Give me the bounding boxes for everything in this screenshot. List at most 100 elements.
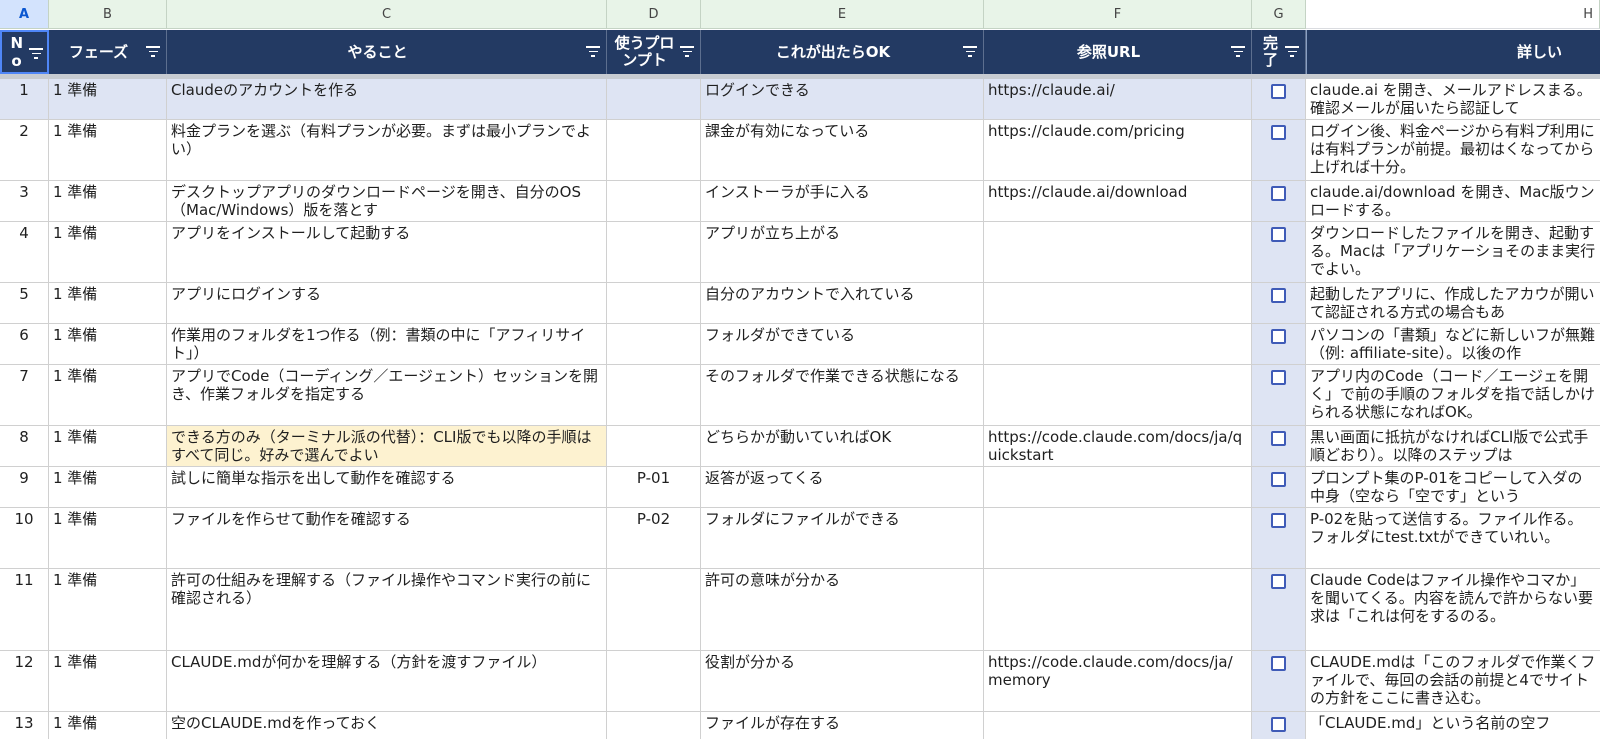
column-letter-d[interactable]: D	[607, 0, 701, 29]
header-task[interactable]: やること	[167, 30, 607, 74]
table-row[interactable]: 8 1 準備 できる方のみ（ターミナル派の代替）：CLI版でも以降の手順はすべて…	[0, 426, 1600, 467]
cell-prompt[interactable]	[607, 569, 701, 650]
done-checkbox[interactable]	[1271, 431, 1286, 446]
cell-ok[interactable]: ログインできる	[701, 79, 984, 119]
cell-done[interactable]	[1252, 181, 1306, 221]
cell-url[interactable]	[984, 222, 1252, 282]
cell-ok[interactable]: ファイルが存在する	[701, 712, 984, 739]
cell-ok[interactable]: 返答が返ってくる	[701, 467, 984, 507]
cell-phase[interactable]: 1 準備	[49, 120, 167, 180]
cell-ok[interactable]: 課金が有効になっている	[701, 120, 984, 180]
done-checkbox[interactable]	[1271, 513, 1286, 528]
cell-prompt[interactable]	[607, 181, 701, 221]
cell-no[interactable]: 3	[0, 181, 49, 221]
done-checkbox[interactable]	[1271, 574, 1286, 589]
table-row[interactable]: 12 1 準備 CLAUDE.mdが何かを理解する（方針を渡すファイル） 役割が…	[0, 651, 1600, 712]
cell-no[interactable]: 1	[0, 79, 49, 119]
cell-ok[interactable]: アプリが立ち上がる	[701, 222, 984, 282]
cell-ok[interactable]: フォルダにファイルができる	[701, 508, 984, 568]
cell-detail[interactable]: アプリ内のCode（コード／エージェを開く」で前の手順のフォルダを指で話しかけら…	[1306, 365, 1600, 425]
cell-prompt[interactable]: P-02	[607, 508, 701, 568]
table-row[interactable]: 1 1 準備 Claudeのアカウントを作る ログインできる https://c…	[0, 79, 1600, 120]
cell-task[interactable]: 料金プランを選ぶ（有料プランが必要。まずは最小プランでよい）	[167, 120, 607, 180]
filter-icon[interactable]	[680, 46, 694, 58]
table-row[interactable]: 13 1 準備 空のCLAUDE.mdを作っておく ファイルが存在する 「CLA…	[0, 712, 1600, 739]
cell-no[interactable]: 6	[0, 324, 49, 364]
filter-icon[interactable]	[1231, 46, 1245, 58]
cell-detail[interactable]: パソコンの「書類」などに新しいフが無難（例: affiliate-site）。以…	[1306, 324, 1600, 364]
cell-detail[interactable]: Claude Codeはファイル操作やコマか」を聞いてくる。内容を読んで許からな…	[1306, 569, 1600, 650]
cell-phase[interactable]: 1 準備	[49, 283, 167, 323]
cell-url[interactable]	[984, 569, 1252, 650]
cell-prompt[interactable]	[607, 120, 701, 180]
column-letter-e[interactable]: E	[701, 0, 984, 29]
cell-detail[interactable]: 起動したアプリに、作成したアカウが開いて認証される方式の場合もあ	[1306, 283, 1600, 323]
cell-task[interactable]: 空のCLAUDE.mdを作っておく	[167, 712, 607, 739]
header-url[interactable]: 参照URL	[984, 30, 1252, 74]
cell-url[interactable]: https://code.claude.com/docs/ja/memory	[984, 651, 1252, 711]
cell-done[interactable]	[1252, 569, 1306, 650]
table-row[interactable]: 9 1 準備 試しに簡単な指示を出して動作を確認する P-01 返答が返ってくる…	[0, 467, 1600, 508]
cell-task[interactable]: 試しに簡単な指示を出して動作を確認する	[167, 467, 607, 507]
cell-ok[interactable]: 許可の意味が分かる	[701, 569, 984, 650]
cell-done[interactable]	[1252, 120, 1306, 180]
cell-task[interactable]: アプリをインストールして起動する	[167, 222, 607, 282]
column-letter-h[interactable]: H	[1306, 0, 1600, 29]
cell-detail[interactable]: P-02を貼って送信する。ファイル作る。フォルダにtest.txtができていれい…	[1306, 508, 1600, 568]
cell-detail[interactable]: 「CLAUDE.md」という名前の空フ	[1306, 712, 1600, 739]
done-checkbox[interactable]	[1271, 186, 1286, 201]
cell-no[interactable]: 13	[0, 712, 49, 739]
table-row[interactable]: 5 1 準備 アプリにログインする 自分のアカウントで入れている 起動したアプリ…	[0, 283, 1600, 324]
header-done[interactable]: 完了	[1252, 30, 1306, 74]
cell-task[interactable]: デスクトップアプリのダウンロードページを開き、自分のOS（Mac/Windows…	[167, 181, 607, 221]
table-row[interactable]: 2 1 準備 料金プランを選ぶ（有料プランが必要。まずは最小プランでよい） 課金…	[0, 120, 1600, 181]
cell-detail[interactable]: 黒い画面に抵抗がなければCLI版で公式手順どおり）。以降のステップは	[1306, 426, 1600, 466]
table-row[interactable]: 6 1 準備 作業用のフォルダを1つ作る（例：書類の中に「アフィリサイト」） フ…	[0, 324, 1600, 365]
filter-icon[interactable]	[586, 46, 600, 58]
cell-no[interactable]: 7	[0, 365, 49, 425]
cell-no[interactable]: 2	[0, 120, 49, 180]
table-row[interactable]: 10 1 準備 ファイルを作らせて動作を確認する P-02 フォルダにファイルが…	[0, 508, 1600, 569]
filter-icon[interactable]	[1285, 46, 1299, 58]
cell-prompt[interactable]	[607, 712, 701, 739]
cell-task[interactable]: 許可の仕組みを理解する（ファイル操作やコマンド実行の前に確認される）	[167, 569, 607, 650]
table-row[interactable]: 7 1 準備 アプリでCode（コーディング／エージェント）セッションを開き、作…	[0, 365, 1600, 426]
cell-detail[interactable]: claude.ai/download を開き、Mac版ウンロードする。	[1306, 181, 1600, 221]
cell-detail[interactable]: プロンプト集のP-01をコピーして入ダの中身（空なら「空です」という	[1306, 467, 1600, 507]
cell-done[interactable]	[1252, 426, 1306, 466]
cell-done[interactable]	[1252, 222, 1306, 282]
column-letter-a[interactable]: A	[0, 0, 49, 29]
cell-phase[interactable]: 1 準備	[49, 79, 167, 119]
filter-icon[interactable]	[29, 48, 43, 60]
done-checkbox[interactable]	[1271, 717, 1286, 732]
cell-detail[interactable]: CLAUDE.mdは「このフォルダで作業くファイルで、毎回の会話の前提と4でサイ…	[1306, 651, 1600, 711]
cell-url[interactable]	[984, 283, 1252, 323]
header-ok[interactable]: これが出たらOK	[701, 30, 984, 74]
cell-url[interactable]: https://code.claude.com/docs/ja/quicksta…	[984, 426, 1252, 466]
cell-url[interactable]: https://claude.ai/	[984, 79, 1252, 119]
cell-ok[interactable]: どちらかが動いていればOK	[701, 426, 984, 466]
cell-phase[interactable]: 1 準備	[49, 467, 167, 507]
cell-detail[interactable]: ダウンロードしたファイルを開き、起動する。Macは「アプリケーショそのまま実行で…	[1306, 222, 1600, 282]
cell-no[interactable]: 11	[0, 569, 49, 650]
cell-phase[interactable]: 1 準備	[49, 712, 167, 739]
cell-done[interactable]	[1252, 79, 1306, 119]
cell-phase[interactable]: 1 準備	[49, 426, 167, 466]
cell-prompt[interactable]	[607, 79, 701, 119]
cell-phase[interactable]: 1 準備	[49, 365, 167, 425]
cell-phase[interactable]: 1 準備	[49, 569, 167, 650]
cell-task[interactable]: できる方のみ（ターミナル派の代替）：CLI版でも以降の手順はすべて同じ。好みで選…	[167, 426, 607, 466]
cell-task[interactable]: アプリにログインする	[167, 283, 607, 323]
cell-no[interactable]: 8	[0, 426, 49, 466]
cell-url[interactable]	[984, 467, 1252, 507]
done-checkbox[interactable]	[1271, 125, 1286, 140]
cell-url[interactable]	[984, 324, 1252, 364]
header-no[interactable]: No	[0, 30, 49, 74]
cell-done[interactable]	[1252, 365, 1306, 425]
cell-done[interactable]	[1252, 283, 1306, 323]
done-checkbox[interactable]	[1271, 370, 1286, 385]
cell-phase[interactable]: 1 準備	[49, 508, 167, 568]
cell-no[interactable]: 5	[0, 283, 49, 323]
cell-ok[interactable]: そのフォルダで作業できる状態になる	[701, 365, 984, 425]
cell-no[interactable]: 4	[0, 222, 49, 282]
